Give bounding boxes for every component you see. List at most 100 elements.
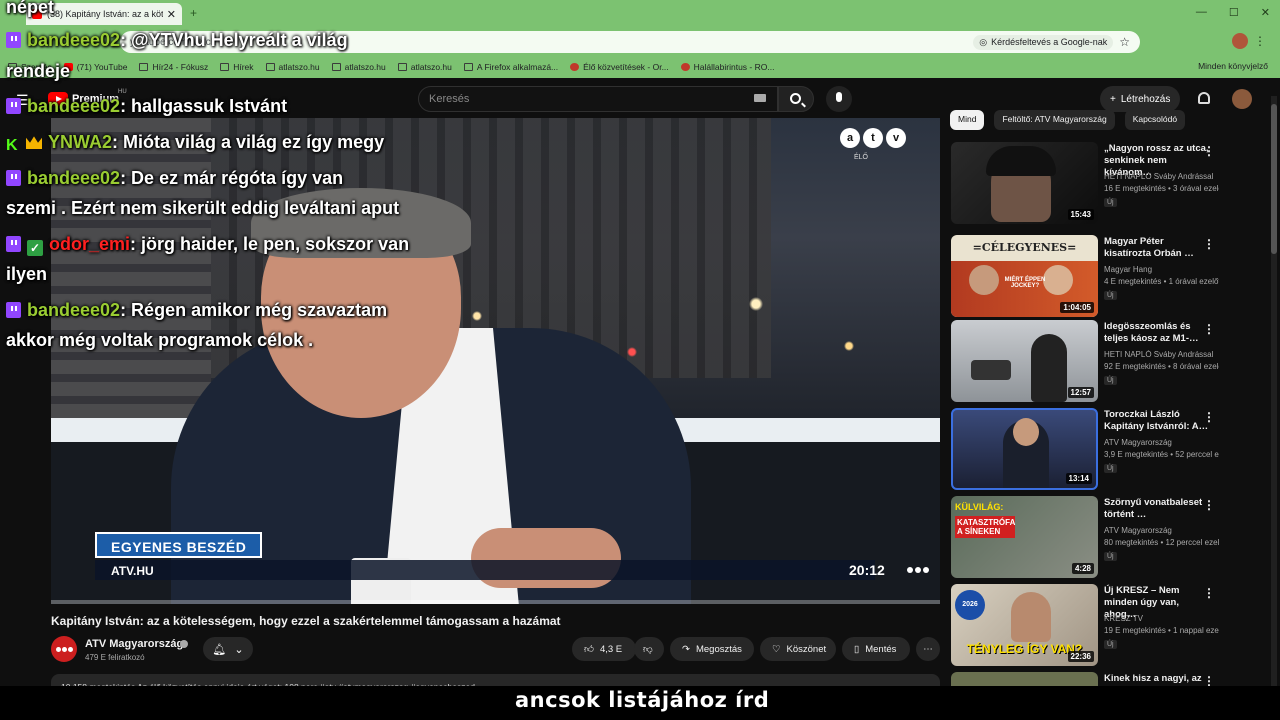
stream-subtitle: ancsok listájához írd xyxy=(515,688,770,712)
related-filter-chips: Mind Feltöltő: ATV Magyarország Kapcsoló… xyxy=(950,110,1250,130)
subscription-bell-button[interactable]: 🔔︎ ⌄ xyxy=(203,637,253,661)
region-code: HU xyxy=(118,89,127,95)
hamburger-menu-icon[interactable]: ☰ xyxy=(16,92,29,109)
chat-line: ilyen xyxy=(6,264,47,285)
bookmark-item[interactable]: atlatszo.hu xyxy=(265,62,320,72)
share-button[interactable]: ↷ Megosztás xyxy=(670,637,754,661)
browser-tab[interactable]: (38) Kapitány István: az a kötelességem … xyxy=(26,3,182,25)
suggestion-title[interactable]: Idegösszeomlás és teljes káosz az M1-… xyxy=(1104,321,1209,345)
suggestion-title[interactable]: Toroczkai László Kapitány Istvánról: A… xyxy=(1104,409,1209,433)
youtube-premium-label[interactable]: Premium xyxy=(72,93,119,105)
close-tab-icon[interactable]: ✕ xyxy=(167,8,176,21)
bookmark-item[interactable]: Szerzés xyxy=(8,62,52,72)
crown-icon xyxy=(26,136,42,149)
bookmark-star-icon[interactable]: ☆ xyxy=(1119,35,1130,49)
notifications-bell-icon[interactable] xyxy=(1198,92,1210,104)
keyboard-icon[interactable] xyxy=(754,94,766,102)
more-options-icon[interactable]: ⋮ xyxy=(1203,410,1215,424)
suggestion-thumbnail[interactable]: 2026 TÉNYLEG ÍGY VAN? 22:36 xyxy=(951,584,1098,666)
twitch-icon xyxy=(6,302,21,318)
url-text[interactable]: youtube.com/watch xyxy=(130,37,973,48)
more-options-icon[interactable]: ⋮ xyxy=(1203,674,1215,686)
bookmark-item[interactable]: atlatszo.hu xyxy=(331,62,386,72)
channel-name[interactable]: ATV Magyarország xyxy=(85,638,183,650)
suggestion-channel[interactable]: ATV Magyarország xyxy=(1104,526,1219,535)
folder-icon xyxy=(463,63,473,71)
folder-icon xyxy=(139,63,149,71)
suggestion-item[interactable]: 15:43 „Nagyon rossz az utca, senkinek ne… xyxy=(951,142,1231,224)
video-player[interactable]: a t v ÉLŐ EGYENES BESZÉD ATV.HU 20:12 xyxy=(51,118,940,604)
suggestion-channel[interactable]: HETI NAPLÓ Sváby Andrással xyxy=(1104,350,1219,359)
more-options-icon[interactable]: ⋮ xyxy=(1203,144,1215,158)
new-tab-button[interactable]: + xyxy=(190,6,197,20)
suggestion-item[interactable]: =CÉLEGYENES= MIÉRT ÉPPEN JOCKEY? 1:04:05… xyxy=(951,235,1231,317)
suggestion-thumbnail[interactable]: KÜLVILÁG: KATASZTRÓFA A SÍNEKEN 4:28 xyxy=(951,496,1098,578)
chip-all[interactable]: Mind xyxy=(950,110,985,130)
more-options-icon[interactable]: ⋮ xyxy=(1203,322,1215,336)
suggestion-item[interactable]: 13:14 Toroczkai László Kapitány Istvánró… xyxy=(951,408,1231,490)
bookmark-item[interactable]: Halállabirintus - RO... xyxy=(680,62,774,72)
chip-related[interactable]: Kapcsolódó xyxy=(1124,110,1186,130)
save-button[interactable]: ▯ Mentés xyxy=(842,637,910,661)
bookmark-item[interactable]: atlatszo.hu xyxy=(397,62,452,72)
youtube-logo-icon[interactable] xyxy=(48,92,68,106)
share-label: Megosztás xyxy=(695,643,742,655)
bookmark-item[interactable]: Hír24 - Fókusz xyxy=(139,62,208,72)
omnibox[interactable]: youtube.com/watch ◎ Kérdésfeltevés a Goo… xyxy=(120,31,1140,53)
suggestion-title[interactable]: Kinek hisz a nagyi, az xyxy=(1104,673,1209,685)
suggestion-thumbnail[interactable]: 15:43 xyxy=(951,142,1098,224)
suggestion-channel[interactable]: HETI NAPLÓ Sváby Andrással xyxy=(1104,172,1219,181)
bookmark-label: atlatszo.hu xyxy=(278,62,320,72)
suggestion-thumbnail[interactable] xyxy=(951,672,1098,686)
suggestion-item[interactable]: Kinek hisz a nagyi, az ⋮ xyxy=(951,672,1231,686)
suggestion-thumbnail[interactable]: 12:57 xyxy=(951,320,1098,402)
logo-letter: v xyxy=(886,128,906,148)
suggestion-channel[interactable]: ATV Magyarország xyxy=(1104,438,1219,447)
progress-bar[interactable] xyxy=(51,600,940,604)
suggestion-item[interactable]: 12:57 Idegösszeomlás és teljes káosz az … xyxy=(951,320,1231,402)
all-bookmarks-link[interactable]: Minden könyvjelző xyxy=(1198,61,1268,71)
suggestion-channel[interactable]: Magyar Hang xyxy=(1104,265,1219,274)
bookmark-item[interactable]: Hírek xyxy=(220,62,254,72)
bookmark-item[interactable]: Élő közvetítések - Or... xyxy=(570,62,669,72)
thumb-caption: KÜLVILÁG: xyxy=(955,502,1004,512)
channel-avatar[interactable] xyxy=(51,636,77,662)
maximize-button[interactable]: ☐ xyxy=(1229,6,1239,19)
close-window-button[interactable]: ✕ xyxy=(1261,6,1270,19)
search-input[interactable]: Keresés xyxy=(418,86,778,112)
suggestion-thumbnail[interactable]: =CÉLEGYENES= MIÉRT ÉPPEN JOCKEY? 1:04:05 xyxy=(951,235,1098,317)
kick-icon: K xyxy=(6,137,18,154)
suggestion-item[interactable]: 2026 TÉNYLEG ÍGY VAN? 22:36 Új KRESZ – N… xyxy=(951,584,1231,666)
browser-menu-icon[interactable]: ⋮ xyxy=(1254,34,1266,48)
suggestion-item[interactable]: KÜLVILÁG: KATASZTRÓFA A SÍNEKEN 4:28 Szö… xyxy=(951,496,1231,578)
browser-profile-avatar[interactable] xyxy=(1232,33,1248,49)
google-search-chip[interactable]: ◎ Kérdésfeltevés a Google-nak xyxy=(973,34,1114,50)
suggestion-title[interactable]: Szörnyű vonatbaleset történt … xyxy=(1104,497,1209,521)
video-duration: 13:14 xyxy=(1065,473,1092,484)
logo-letter: a xyxy=(840,128,860,148)
suggestion-channel[interactable]: KRESZ TV xyxy=(1104,614,1219,623)
more-options-icon[interactable]: ⋮ xyxy=(1203,586,1215,600)
create-button[interactable]: + Létrehozás xyxy=(1100,86,1181,112)
suggestion-thumbnail[interactable]: 13:14 xyxy=(951,408,1098,490)
more-options-icon[interactable]: ⋮ xyxy=(1203,498,1215,512)
scrollbar-thumb[interactable] xyxy=(1271,104,1277,254)
minimize-button[interactable]: — xyxy=(1196,6,1207,19)
search-button[interactable] xyxy=(778,86,814,112)
dislike-button[interactable]: 👎︎ xyxy=(634,637,664,661)
page-scrollbar[interactable] xyxy=(1271,96,1277,688)
bookmark-item[interactable]: A Firefox alkalmazá... xyxy=(463,62,558,72)
like-button[interactable]: 👍︎ 4,3 E xyxy=(572,637,636,661)
suggestion-title[interactable]: Magyar Péter kisatírozta Orbán … xyxy=(1104,236,1209,260)
video-duration: 12:57 xyxy=(1067,387,1094,398)
voice-search-button[interactable] xyxy=(826,86,852,112)
more-actions-icon[interactable]: ⋯ xyxy=(916,637,940,661)
chip-uploader[interactable]: Feltöltő: ATV Magyarország xyxy=(994,110,1115,130)
more-options-icon[interactable]: ⋮ xyxy=(1203,237,1215,251)
thanks-button[interactable]: ♡ Köszönet xyxy=(760,637,836,661)
bookmark-label: atlatszo.hu xyxy=(344,62,386,72)
bookmark-item[interactable]: (71) YouTube xyxy=(63,62,127,72)
live-label: ÉLŐ xyxy=(853,154,868,161)
red-dot-icon xyxy=(680,63,690,71)
account-avatar[interactable] xyxy=(1232,89,1252,109)
